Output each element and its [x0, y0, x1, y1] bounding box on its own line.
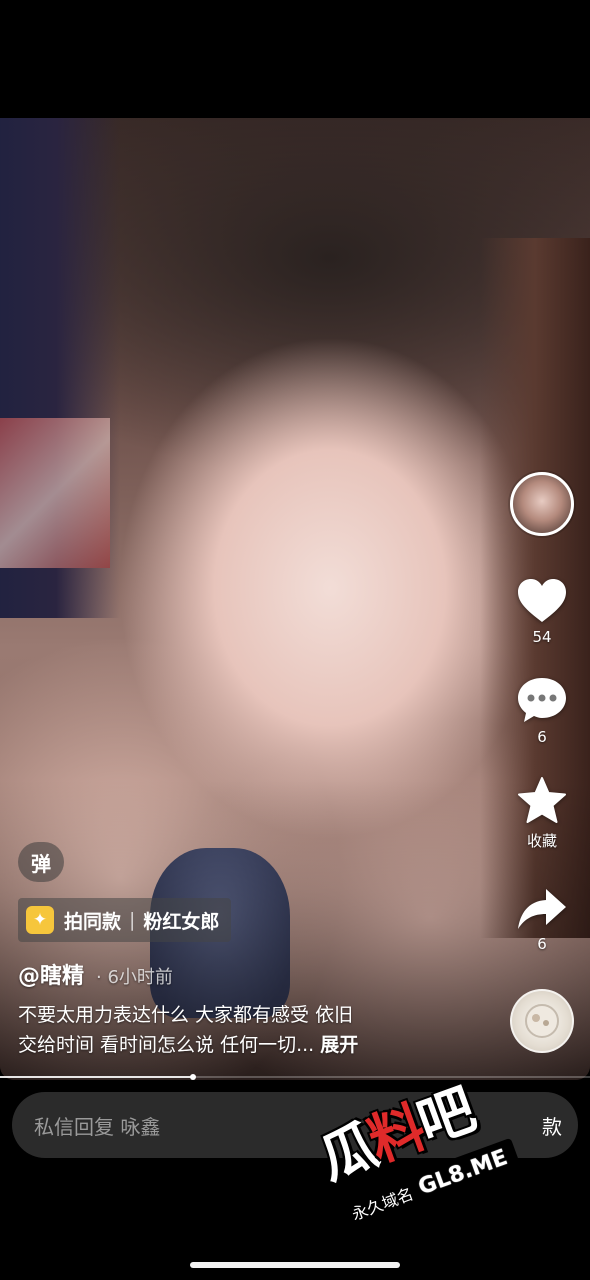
share-count: 6: [537, 935, 547, 953]
creator-avatar[interactable]: [510, 472, 574, 536]
author-row: @瞎精 · 6小时前: [18, 958, 173, 990]
share-button[interactable]: 6: [516, 887, 568, 953]
watermark-tagline: 永久域名: [349, 1183, 416, 1224]
watermark: 瓜料吧 永久域名 GL8.ME: [307, 1051, 553, 1279]
author-name[interactable]: @瞎精: [18, 958, 84, 990]
tag-secondary: 粉红女郎: [143, 910, 220, 933]
favorite-button[interactable]: 收藏: [516, 776, 568, 851]
same-style-tag[interactable]: ✦ 拍同款 | 粉红女郎: [18, 898, 232, 942]
music-cover-icon: [525, 1004, 559, 1038]
star-icon: [518, 777, 566, 823]
music-disc[interactable]: [510, 989, 574, 1053]
expand-button[interactable]: 展开: [320, 1034, 358, 1056]
tag-separator: |: [129, 909, 136, 931]
progress-fill: [0, 1076, 193, 1078]
heart-icon: [518, 579, 566, 622]
description-line: 交给时间 看时间怎么说 任何一切...: [18, 1034, 315, 1056]
comment-count: 6: [537, 728, 547, 746]
reply-placeholder: 私信回复 咏鑫: [34, 1114, 161, 1139]
reply-action-button[interactable]: 款: [542, 1092, 562, 1158]
description-line-2: 交给时间 看时间怎么说 任何一切... 展开: [18, 1030, 438, 1060]
home-indicator[interactable]: [190, 1262, 400, 1268]
comment-button[interactable]: 6: [516, 676, 568, 746]
video-content: [0, 418, 110, 568]
share-arrow-icon: [518, 889, 566, 929]
sparkle-icon: ✦: [26, 906, 54, 934]
favorite-label: 收藏: [526, 832, 557, 850]
danmu-toggle-button[interactable]: 弹: [18, 842, 64, 882]
like-count: 54: [532, 628, 552, 646]
like-button[interactable]: 54: [516, 578, 568, 646]
comment-icon: [518, 678, 566, 722]
description-line: 不要太用力表达什么 大家都有感受 依旧: [18, 1004, 354, 1026]
post-time-text: 6小时前: [107, 967, 173, 988]
video-description: 不要太用力表达什么 大家都有感受 依旧 交给时间 看时间怎么说 任何一切... …: [18, 1000, 438, 1060]
action-rail: 54 6 收藏 6: [508, 472, 576, 1053]
progress-thumb[interactable]: [189, 1074, 196, 1080]
post-time: · 6小时前: [96, 967, 173, 988]
tag-primary: 拍同款: [64, 910, 122, 933]
